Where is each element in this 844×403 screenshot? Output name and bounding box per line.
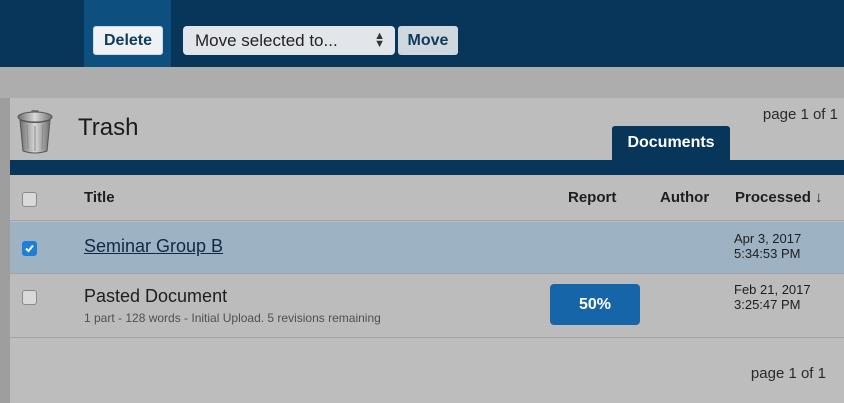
processed-date-line: Feb 21, 2017 <box>734 282 811 297</box>
document-meta: 1 part - 128 words - Initial Upload. 5 r… <box>84 311 381 325</box>
table-header: Title Report Author Processed ↓ <box>10 175 844 221</box>
top-toolbar: Delete Move selected to... ▲ ▼ Move <box>0 0 844 67</box>
pagination-top: page 1 of 1 <box>762 106 838 123</box>
page-title: Trash <box>78 114 139 141</box>
select-all-checkbox[interactable] <box>22 192 37 207</box>
header-title[interactable]: Title <box>84 189 115 206</box>
table-row[interactable]: Pasted Document 1 part - 128 words - Ini… <box>10 274 844 338</box>
header-processed[interactable]: Processed ↓ <box>735 189 823 206</box>
left-side-strip <box>0 98 10 403</box>
row-checkbox[interactable] <box>22 241 37 256</box>
move-selected-dropdown[interactable]: Move selected to... ▲ ▼ <box>183 26 395 55</box>
trash-can-icon <box>17 110 53 154</box>
processed-date: Feb 21, 2017 3:25:47 PM <box>734 282 811 312</box>
processed-date-line: Apr 3, 2017 <box>734 231 802 246</box>
move-selected-value: Move selected to... <box>195 30 338 50</box>
tab-bar <box>10 160 844 175</box>
processed-time-line: 3:25:47 PM <box>734 297 801 312</box>
document-title-link[interactable]: Seminar Group B <box>84 236 223 257</box>
pagination-bottom: page 1 of 1 <box>750 365 826 382</box>
delete-button[interactable]: Delete <box>93 26 163 55</box>
tab-documents[interactable]: Documents <box>612 126 730 160</box>
check-icon <box>25 244 34 253</box>
trash-panel: Trash page 1 of 1 Documents Title Report… <box>10 98 844 403</box>
report-score-button[interactable]: 50% <box>550 284 640 325</box>
processed-date: Apr 3, 2017 5:34:53 PM <box>734 231 801 261</box>
document-title[interactable]: Pasted Document <box>84 286 227 307</box>
header-report[interactable]: Report <box>568 189 616 206</box>
select-arrows-icon: ▲ ▼ <box>374 30 385 50</box>
spacer-band <box>0 67 844 98</box>
row-checkbox[interactable] <box>22 290 37 305</box>
table-row[interactable]: Seminar Group B Apr 3, 2017 5:34:53 PM <box>10 222 844 274</box>
move-button[interactable]: Move <box>398 26 458 55</box>
processed-time-line: 5:34:53 PM <box>734 246 801 261</box>
header-author[interactable]: Author <box>660 189 709 206</box>
